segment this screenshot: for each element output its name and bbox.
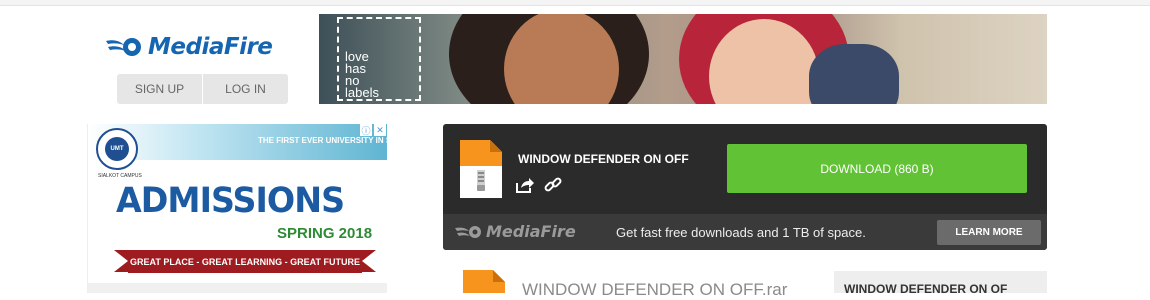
learn-more-button[interactable]: LEARN MORE (937, 220, 1041, 245)
ad-bottom-band (88, 283, 387, 293)
promo-text: Get fast free downloads and 1 TB of spac… (616, 225, 866, 240)
promo-logo-text: MediaFire (486, 222, 576, 241)
admissions-ad[interactable]: UMT SIALKOT CAMPUS THE FIRST EVER UNIVER… (87, 124, 387, 293)
ad-headline: ADMISSIONS (116, 181, 345, 221)
banner-jacket (809, 44, 899, 104)
info-icon[interactable]: ⓘ (360, 124, 372, 136)
logo-text: MediaFire (148, 34, 273, 60)
promo-logo: MediaFire (455, 222, 576, 241)
mediafire-flame-icon (106, 38, 141, 56)
seal-text: UMT (105, 137, 129, 161)
caption-line: labels (345, 85, 379, 100)
ad-controls: ⓘ ✕ (360, 124, 386, 136)
ribbon-tail-left (114, 250, 128, 272)
auth-buttons: SIGN UP LOG IN (117, 74, 288, 104)
log-in-button[interactable]: LOG IN (203, 74, 288, 104)
archive-file-icon (460, 140, 502, 198)
campus-label: SIALKOT CAMPUS (98, 173, 142, 179)
ad-tagline: THE FIRST EVER UNIVERSITY IN SIALKOT (258, 136, 387, 145)
banner-face-left (504, 14, 619, 104)
promo-strip: MediaFire Get fast free downloads and 1 … (443, 214, 1047, 250)
file-name: WINDOW DEFENDER ON OFF (518, 152, 689, 166)
love-has-no-labels-box: love has no labels (337, 17, 421, 101)
mediafire-logo[interactable]: MediaFire (104, 34, 273, 60)
mediafire-flame-icon (455, 225, 481, 238)
download-card: WINDOW DEFENDER ON OFF DOWNLOAD (860 B) … (443, 124, 1047, 250)
university-seal: UMT (96, 128, 138, 170)
ribbon-tail-right (362, 250, 376, 272)
ad-term: SPRING 2018 (277, 225, 373, 242)
sidebox-title: WINDOW DEFENDER ON OF (844, 282, 1008, 296)
link-icon[interactable] (544, 176, 562, 194)
file-info-sidebox: WINDOW DEFENDER ON OF (834, 271, 1047, 296)
close-icon[interactable]: ✕ (374, 124, 386, 136)
banner-ad[interactable]: love has no labels (319, 14, 1047, 104)
browser-top-edge (0, 0, 1150, 6)
file-full-name: WINDOW DEFENDER ON OFF.rar (522, 280, 788, 299)
share-icon[interactable] (516, 176, 534, 194)
sign-up-button[interactable]: SIGN UP (117, 74, 203, 104)
archive-file-icon (463, 270, 505, 293)
ad-ribbon: GREAT PLACE - GREAT LEARNING - GREAT FUT… (128, 250, 362, 273)
download-button[interactable]: DOWNLOAD (860 B) (727, 144, 1027, 193)
